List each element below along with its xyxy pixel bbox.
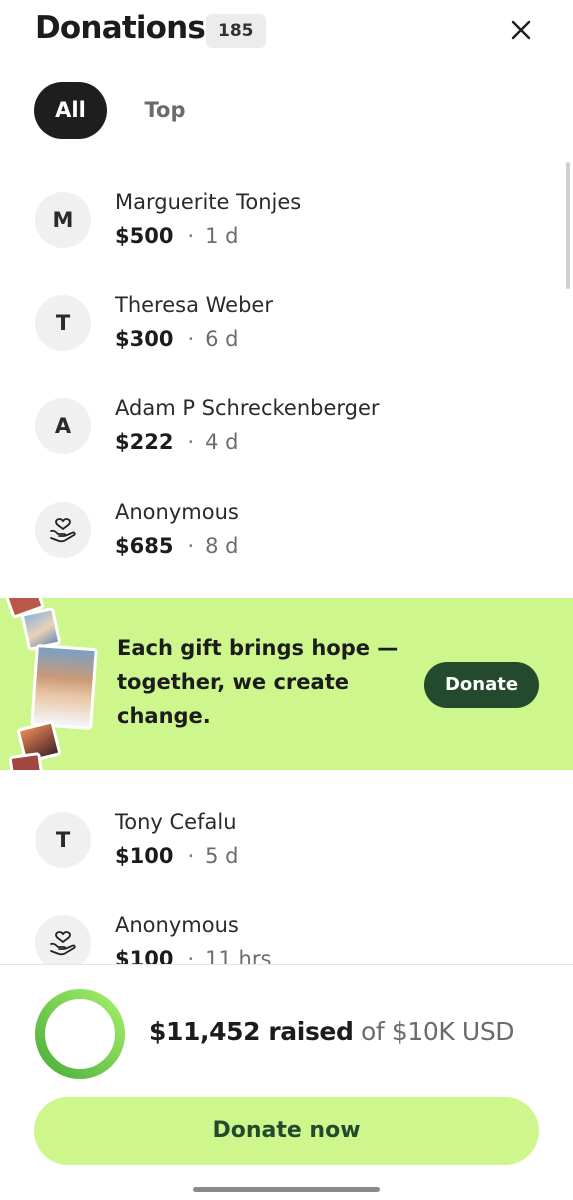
donation-amount-row: $100 · 5 d	[115, 844, 239, 868]
donation-amount-row: $500 · 1 d	[115, 224, 239, 248]
donation-amount: $222	[115, 430, 174, 454]
avatar	[35, 502, 91, 558]
donation-item[interactable]: Anonymous $685 · 8 d	[0, 490, 573, 580]
promo-banner: Each gift brings hope — together, we cre…	[0, 598, 573, 770]
donor-name: Anonymous	[115, 500, 239, 524]
donation-amount-row: $222 · 4 d	[115, 430, 239, 454]
donation-time: 4 d	[205, 430, 239, 454]
donor-name: Anonymous	[115, 913, 239, 937]
separator: ·	[187, 430, 195, 454]
donation-item[interactable]: T Theresa Weber $300 · 6 d	[0, 283, 573, 373]
progress-ring	[35, 989, 125, 1079]
heart-hand-icon	[50, 931, 76, 956]
donor-name: Adam P Schreckenberger	[115, 396, 380, 420]
progress-ring-fill	[35, 989, 125, 1079]
donation-time: 8 d	[205, 534, 239, 558]
photo-thumbnail	[8, 751, 44, 770]
donation-amount-row: $300 · 6 d	[115, 327, 239, 351]
heart-hand-icon	[50, 518, 76, 543]
footer: $11,452 raised of $10K USD Donate now	[0, 965, 573, 1200]
donor-name: Marguerite Tonjes	[115, 190, 302, 214]
page-title: Donations	[35, 10, 206, 46]
donation-amount: $500	[115, 224, 174, 248]
avatar: A	[35, 398, 91, 454]
donor-name: Theresa Weber	[115, 293, 273, 317]
separator: ·	[187, 534, 195, 558]
donor-name: Tony Cefalu	[115, 810, 237, 834]
tab-all[interactable]: All	[34, 82, 107, 139]
donation-item[interactable]: A Adam P Schreckenberger $222 · 4 d	[0, 386, 573, 476]
donation-time: 6 d	[205, 327, 239, 351]
separator: ·	[187, 844, 195, 868]
donation-amount: $685	[115, 534, 174, 558]
close-button[interactable]	[506, 15, 536, 45]
avatar	[35, 915, 91, 964]
donation-time: 5 d	[205, 844, 239, 868]
raised-summary: $11,452 raised of $10K USD	[149, 1017, 515, 1046]
donation-amount-row: $685 · 8 d	[115, 534, 239, 558]
donation-count-badge: 185	[206, 14, 266, 48]
promo-text: Each gift brings hope — together, we cre…	[117, 636, 399, 728]
avatar: M	[35, 192, 91, 248]
donate-now-button[interactable]: Donate now	[34, 1097, 539, 1165]
donation-amount: $100	[115, 844, 174, 868]
goal-text: of $10K USD	[361, 1017, 515, 1046]
promo-donate-button[interactable]: Donate	[424, 662, 539, 708]
separator: ·	[187, 224, 195, 248]
home-indicator[interactable]	[193, 1187, 380, 1192]
raised-amount: $11,452 raised	[149, 1017, 354, 1046]
tab-top[interactable]: Top	[129, 82, 201, 139]
close-icon	[511, 20, 531, 40]
avatar: T	[35, 295, 91, 351]
donation-item[interactable]: M Marguerite Tonjes $500 · 1 d	[0, 180, 573, 270]
avatar: T	[35, 812, 91, 868]
header: Donations 185	[0, 0, 573, 68]
separator: ·	[187, 947, 195, 964]
photo-child	[30, 643, 98, 731]
donation-item[interactable]: T Tony Cefalu $100 · 5 d	[0, 800, 573, 890]
separator: ·	[187, 327, 195, 351]
donation-time: 1 d	[205, 224, 239, 248]
donation-amount: $300	[115, 327, 174, 351]
donation-amount: $100	[115, 947, 174, 964]
donation-item[interactable]: Anonymous $100 · 11 hrs	[0, 903, 573, 964]
donation-amount-row: $100 · 11 hrs	[115, 947, 271, 964]
donation-time: 11 hrs	[205, 947, 272, 964]
